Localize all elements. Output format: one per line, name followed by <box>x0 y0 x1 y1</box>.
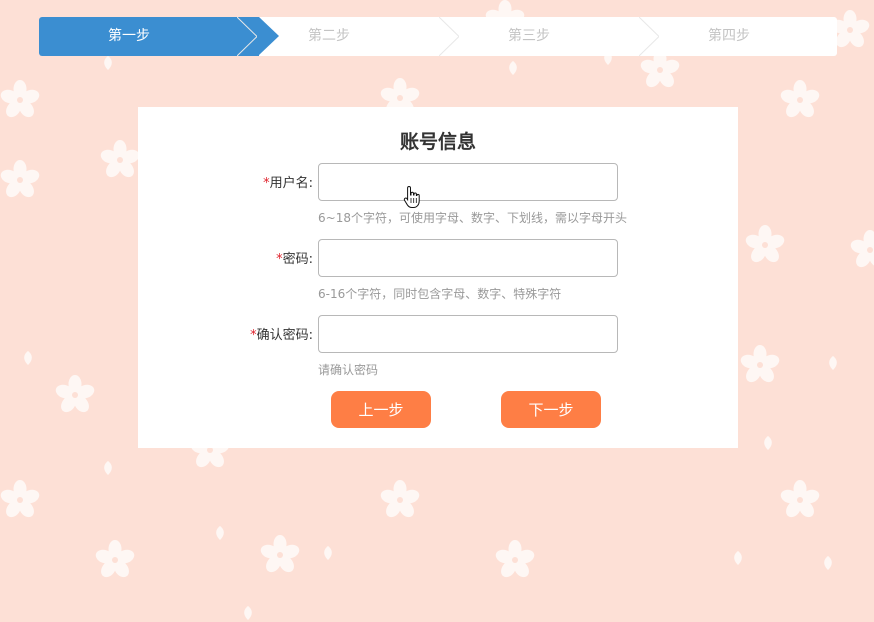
petal-icon <box>240 605 256 621</box>
petal-icon <box>320 545 336 561</box>
cherry-blossom-icon <box>745 225 785 265</box>
password-label: *密码: <box>138 248 313 267</box>
petal-icon <box>825 355 841 371</box>
cherry-blossom-icon <box>780 480 820 520</box>
cherry-blossom-icon <box>495 540 535 580</box>
username-hint: 6~18个字符，可使用字母、数字、下划线，需以字母开头 <box>318 211 627 225</box>
cherry-blossom-icon <box>850 230 874 270</box>
cherry-blossom-icon <box>260 535 300 575</box>
cherry-blossom-icon <box>100 140 140 180</box>
cherry-blossom-icon <box>0 160 40 200</box>
username-input[interactable] <box>318 163 618 201</box>
cherry-blossom-icon <box>380 480 420 520</box>
step-4-label: 第四步 <box>708 28 750 44</box>
petal-icon <box>760 435 776 451</box>
password-label-text: 密码: <box>282 252 313 267</box>
cherry-blossom-icon <box>95 540 135 580</box>
step-separator-chevron-icon <box>439 17 459 56</box>
step-1-label: 第一步 <box>108 28 150 44</box>
password-hint: 6-16个字符，同时包含字母、数字、特殊字符 <box>318 287 562 301</box>
step-separator-chevron-icon <box>237 17 257 56</box>
form-title: 账号信息 <box>399 131 476 153</box>
confirm-password-hint: 请确认密码 <box>318 363 379 377</box>
account-info-form: 账号信息 *用户名: 6~18个字符，可使用字母、数字、下划线，需以字母开头 *… <box>138 107 738 448</box>
step-separator-chevron-icon <box>639 17 659 56</box>
step-active-arrow <box>259 17 279 55</box>
petal-icon <box>212 525 228 541</box>
petal-icon <box>730 550 746 566</box>
step-3-label: 第三步 <box>508 28 550 44</box>
petal-icon <box>820 555 836 571</box>
username-label: *用户名: <box>138 172 313 191</box>
step-2-label: 第二步 <box>308 28 350 44</box>
cherry-blossom-icon <box>0 80 40 120</box>
confirm-password-label-text: 确认密码: <box>256 328 313 343</box>
petal-icon <box>505 60 521 76</box>
petal-icon <box>100 55 116 71</box>
confirm-password-label: *确认密码: <box>138 324 313 343</box>
cherry-blossom-icon <box>55 375 95 415</box>
petal-icon <box>100 460 116 476</box>
confirm-password-input[interactable] <box>318 315 618 353</box>
previous-step-button[interactable]: 上一步 <box>331 391 431 428</box>
cherry-blossom-icon <box>0 480 40 520</box>
petal-icon <box>20 350 36 366</box>
cherry-blossom-icon <box>780 80 820 120</box>
password-input[interactable] <box>318 239 618 277</box>
next-step-button[interactable]: 下一步 <box>501 391 601 428</box>
cherry-blossom-icon <box>640 50 680 90</box>
step-progress-bar: 第一步 第二步 第三步 第四步 <box>39 17 837 56</box>
cherry-blossom-icon <box>740 345 780 385</box>
username-label-text: 用户名: <box>269 176 313 191</box>
